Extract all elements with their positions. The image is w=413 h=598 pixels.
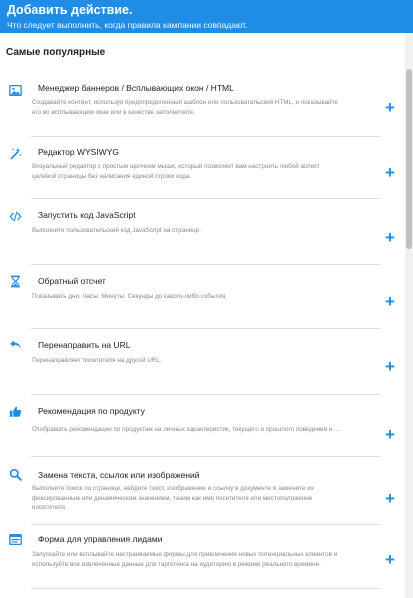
action-item-title: Обратный отсчет <box>38 276 106 286</box>
action-item-title: Замена текста, ссылок или изображений <box>38 470 200 480</box>
search-icon <box>7 466 23 482</box>
add-action-button[interactable]: + <box>383 490 397 507</box>
magic-wand-icon <box>7 145 23 161</box>
add-action-button[interactable]: + <box>383 99 397 116</box>
action-item-title: Перенаправить на URL <box>38 340 131 350</box>
item-divider <box>31 394 380 395</box>
reply-arrow-icon <box>7 336 23 352</box>
action-item-title: Менеджер баннеров / Всплывающих окон / H… <box>38 83 234 93</box>
action-item-description: Создавайте контент, используя предопреде… <box>32 99 339 116</box>
item-divider <box>31 136 380 137</box>
item-divider <box>31 328 380 329</box>
item-divider <box>31 524 380 525</box>
add-action-button[interactable]: + <box>383 426 397 443</box>
action-item-title: Запустить код JavaScript <box>38 210 136 220</box>
item-divider <box>31 264 380 265</box>
action-item-description: Визуальный редактор с простым щелчком мы… <box>32 163 320 180</box>
dialog-header: Добавить действие. Что следует выполнить… <box>0 0 413 33</box>
action-item-description: Выполните пользовательский код JavaScrip… <box>32 227 201 234</box>
action-item-description: Отображать рекомендации по продуктам на … <box>32 426 340 433</box>
dialog-title: Добавить действие. <box>7 3 133 17</box>
add-action-button[interactable]: + <box>383 229 397 246</box>
item-divider <box>31 456 380 457</box>
action-item-title: Форма для управления лидами <box>38 534 163 544</box>
code-icon <box>7 208 23 224</box>
action-item-description: Запускайте или всплывайте настраиваемые … <box>32 551 338 568</box>
scrollbar-thumb[interactable] <box>406 69 412 249</box>
thumbs-up-icon <box>7 403 23 419</box>
scrollbar[interactable] <box>405 33 413 598</box>
image-icon <box>7 82 23 98</box>
action-item-description: Перенаправляет посетителя на другой URL. <box>32 357 162 364</box>
add-action-button[interactable]: + <box>383 551 397 568</box>
action-item-description: Выполните поиск по странице, найдите тек… <box>32 485 314 511</box>
action-item-title: Рекомендация по продукту <box>38 406 145 416</box>
item-divider <box>31 198 380 199</box>
hourglass-icon <box>7 273 23 289</box>
dialog-subtitle: Что следует выполнить, когда правила кам… <box>7 20 248 30</box>
section-title: Самые популярные <box>6 47 106 58</box>
add-action-button[interactable]: + <box>383 358 397 375</box>
item-divider <box>31 588 380 589</box>
add-action-button[interactable]: + <box>383 164 397 181</box>
form-icon <box>7 531 23 547</box>
action-item-description: Показывать дни: Часы: Минуты: Секунды до… <box>32 293 227 300</box>
action-item-title: Редактор WYSIWYG <box>38 147 119 157</box>
add-action-button[interactable]: + <box>383 293 397 310</box>
